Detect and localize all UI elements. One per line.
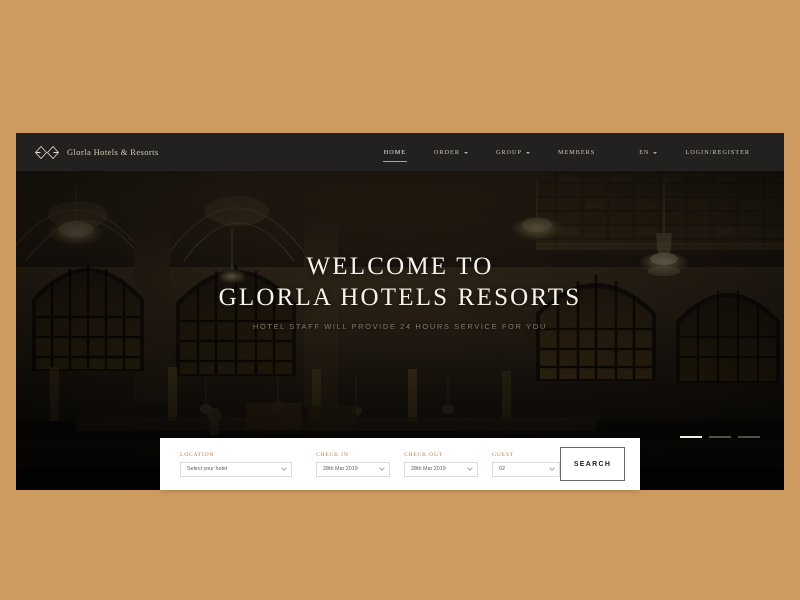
guest-label: GUEST <box>492 451 515 458</box>
checkout-label: CHECK OUT <box>404 451 444 458</box>
site-header: Glorla Hotels & Resorts HOME ORDER GROUP… <box>16 133 784 171</box>
nav-label-home: HOME <box>383 148 406 156</box>
location-select[interactable]: Select your hotel <box>180 461 292 477</box>
chevron-down-icon <box>549 465 555 471</box>
hero-subtitle: HOTEL STAFF WILL PROVIDE 24 HOURS SERVIC… <box>252 322 548 332</box>
location-label: LOCATION <box>180 451 215 458</box>
guest-select[interactable]: 02 <box>492 461 560 477</box>
location-value: Select your hotel <box>187 466 228 472</box>
chevron-down-icon <box>281 465 287 471</box>
chevron-down-icon <box>653 152 658 154</box>
slider-indicators <box>680 436 760 438</box>
checkin-select[interactable]: 28th Mar 2019 <box>316 461 390 477</box>
chevron-down-icon <box>463 152 468 154</box>
chevron-down-icon <box>467 465 473 471</box>
nav-label-order: ORDER <box>433 148 460 156</box>
brand-name: Glorla Hotels & Resorts <box>67 147 159 157</box>
nav-item-login-register[interactable]: LOGIN/REGISTER <box>671 143 764 162</box>
main-navigation: HOME ORDER GROUP MEMBERS EN LOGIN/REGIST… <box>370 143 764 162</box>
page-root: Glorla Hotels & Resorts HOME ORDER GROUP… <box>0 0 800 600</box>
booking-field-guest: GUEST 02 <box>492 438 560 490</box>
nav-item-home[interactable]: HOME <box>370 143 420 162</box>
nav-label-language: EN <box>639 148 650 156</box>
slider-indicator-1[interactable] <box>680 436 702 438</box>
chevron-down-icon <box>525 152 530 154</box>
booking-field-checkout: CHECK OUT 28th Mar 2019 <box>404 438 478 490</box>
nav-item-language[interactable]: EN <box>625 143 671 162</box>
checkin-value: 28th Mar 2019 <box>323 466 358 472</box>
checkout-value: 28th Mar 2019 <box>411 466 446 472</box>
booking-field-location: LOCATION Select your hotel <box>180 438 292 490</box>
booking-field-checkin: CHECK IN 28th Mar 2019 <box>316 438 390 490</box>
hero-content: WELCOME TO GLORLA HOTELS RESORTS HOTEL S… <box>16 253 784 331</box>
chevron-down-icon <box>379 465 385 471</box>
nav-item-members[interactable]: MEMBERS <box>544 143 609 162</box>
search-button[interactable]: SEARCH <box>560 447 625 481</box>
hero-title-line-1: WELCOME TO <box>306 253 494 280</box>
nav-label-members: MEMBERS <box>557 148 596 156</box>
brand-logo[interactable]: Glorla Hotels & Resorts <box>34 145 159 160</box>
slider-indicator-2[interactable] <box>709 436 731 438</box>
website-canvas: Glorla Hotels & Resorts HOME ORDER GROUP… <box>16 133 784 490</box>
guest-value: 02 <box>499 466 505 472</box>
checkin-label: CHECK IN <box>316 451 349 458</box>
nav-item-order[interactable]: ORDER <box>420 143 482 162</box>
hero-title-line-2: GLORLA HOTELS RESORTS <box>218 283 582 311</box>
nav-item-group[interactable]: GROUP <box>482 143 544 162</box>
nav-label-group: GROUP <box>495 148 522 156</box>
nav-label-login-register: LOGIN/REGISTER <box>685 148 750 156</box>
slider-indicator-3[interactable] <box>738 436 760 438</box>
double-diamond-monogram-icon <box>34 145 60 160</box>
booking-search-bar: LOCATION Select your hotel CHECK IN 28th… <box>160 438 640 490</box>
checkout-select[interactable]: 28th Mar 2019 <box>404 461 478 477</box>
